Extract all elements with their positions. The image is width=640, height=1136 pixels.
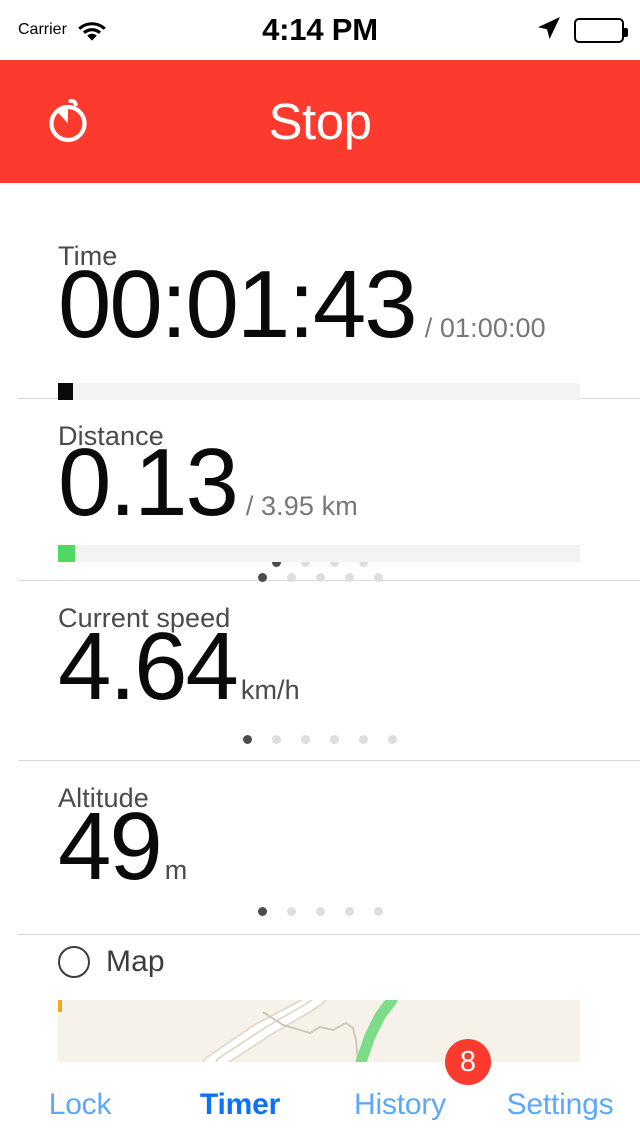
status-bar: Carrier 4:14 PM xyxy=(0,0,640,60)
notification-badge: 8 xyxy=(445,1039,491,1085)
metric-value-time: 00:01:43 xyxy=(58,251,418,358)
page-dot[interactable] xyxy=(243,735,252,744)
metric-section-distance[interactable]: Distance 0.13 / 3.95 km xyxy=(0,399,640,582)
page-dot[interactable] xyxy=(359,735,368,744)
tab-lock[interactable]: Lock xyxy=(0,1070,160,1122)
page-dot[interactable] xyxy=(315,907,325,916)
progress-track-time xyxy=(58,383,580,400)
map-preview[interactable] xyxy=(58,1000,580,1062)
map-toggle-row[interactable]: Map xyxy=(58,945,165,979)
metric-unit-altitude: m xyxy=(164,855,188,885)
page-dot[interactable] xyxy=(373,907,383,916)
page-title: Stop xyxy=(268,93,372,150)
tab-bar: Lock Timer History Settings xyxy=(0,1070,640,1136)
metric-valuerow-current-speed: 4.64 km/h xyxy=(58,613,300,720)
metric-value-current-speed: 4.64 xyxy=(58,613,239,720)
page-dots-current-speed[interactable] xyxy=(0,735,640,744)
metrics-list: Time 00:01:43 / 01:00:00 Distance 0.13 /… xyxy=(0,183,640,1070)
circle-unchecked-icon[interactable] xyxy=(58,946,90,978)
metric-valuerow-altitude: 49 m xyxy=(58,793,188,900)
app-screen: Carrier 4:14 PM Stop Time 00:01:43 / 01:… xyxy=(0,0,640,1136)
map-label: Map xyxy=(106,945,165,978)
page-dot[interactable] xyxy=(286,907,296,916)
tab-settings[interactable]: Settings xyxy=(480,1070,640,1122)
metric-value-distance: 0.13 xyxy=(58,429,239,536)
metric-section-current-speed[interactable]: Current speed 4.64 km/h xyxy=(0,581,640,761)
progress-fill-time xyxy=(58,383,74,400)
metric-section-time[interactable]: Time 00:01:43 / 01:00:00 xyxy=(0,183,640,567)
status-bar-right xyxy=(536,15,628,46)
progress-track-distance xyxy=(58,545,580,562)
metric-valuerow-distance: 0.13 / 3.95 km xyxy=(58,429,358,536)
page-dot[interactable] xyxy=(301,735,310,744)
stopwatch-icon[interactable] xyxy=(45,95,91,148)
page-dot[interactable] xyxy=(344,907,354,916)
page-dot[interactable] xyxy=(330,735,339,744)
metric-valuerow-time: 00:01:43 / 01:00:00 xyxy=(58,251,546,358)
page-dots-altitude[interactable] xyxy=(0,907,640,916)
tab-timer[interactable]: Timer xyxy=(160,1070,320,1122)
battery-full-icon xyxy=(574,17,628,43)
metric-unit-current-speed: km/h xyxy=(240,675,300,705)
metric-target-time: / 01:00:00 xyxy=(424,313,546,343)
metric-value-altitude: 49 xyxy=(58,793,163,900)
progress-fill-distance xyxy=(58,545,76,562)
page-dot[interactable] xyxy=(272,735,281,744)
page-dot[interactable] xyxy=(388,735,397,744)
metric-section-altitude[interactable]: Altitude 49 m xyxy=(0,761,640,935)
nav-bar: Stop xyxy=(0,60,640,183)
location-arrow-icon xyxy=(536,15,562,46)
metric-target-distance: / 3.95 km xyxy=(245,491,358,521)
page-dot[interactable] xyxy=(257,907,267,916)
map-section: Map xyxy=(0,935,640,1070)
